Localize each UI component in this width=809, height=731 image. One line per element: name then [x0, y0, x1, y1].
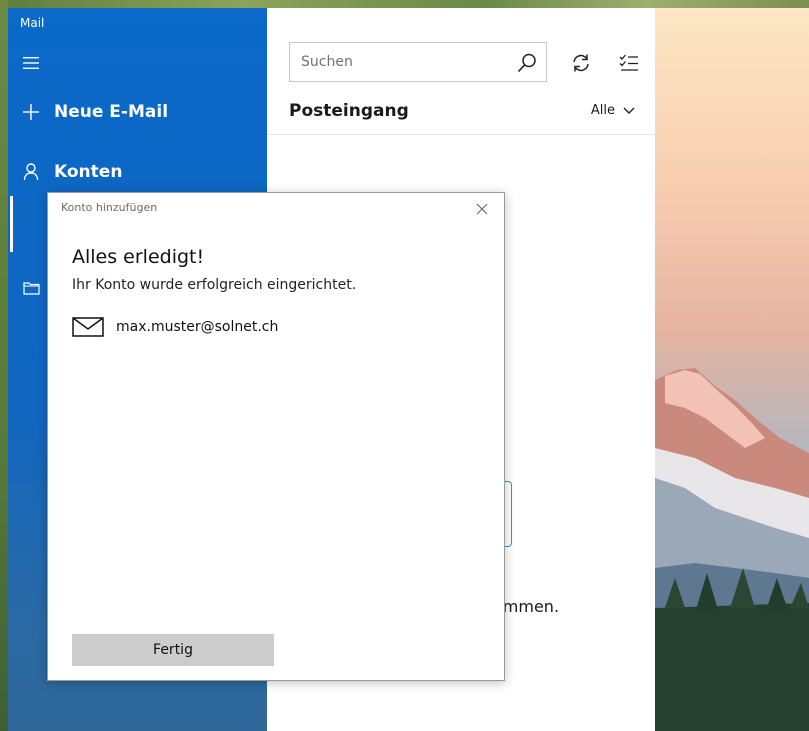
plus-icon	[8, 104, 54, 120]
accounts-button[interactable]: Konten	[8, 152, 267, 192]
app-title: Mail	[20, 16, 45, 30]
person-icon	[8, 163, 54, 181]
chevron-down-icon	[623, 107, 635, 114]
new-mail-button[interactable]: Neue E-Mail	[8, 92, 267, 132]
hamburger-icon	[8, 56, 54, 70]
dialog-close-button[interactable]	[474, 201, 490, 217]
selected-account-indicator	[10, 196, 13, 252]
search-button[interactable]	[516, 52, 538, 74]
sync-icon	[573, 54, 589, 72]
wallpaper-left-strip	[0, 0, 8, 731]
dialog-title: Konto hinzufügen	[61, 201, 158, 214]
filter-dropdown[interactable]: Alle	[591, 103, 635, 118]
new-mail-label: Neue E-Mail	[54, 102, 169, 122]
search-input[interactable]	[290, 43, 516, 81]
search-box	[289, 42, 547, 82]
select-all-icon	[619, 54, 638, 71]
envelope-icon	[72, 317, 104, 337]
inbox-title: Posteingang	[289, 101, 409, 121]
filter-label: Alle	[590, 103, 615, 118]
add-account-dialog: Konto hinzufügen Alles erledigt! Ihr Kon…	[47, 192, 505, 681]
accounts-label: Konten	[54, 162, 123, 182]
wallpaper-top-strip	[0, 0, 809, 8]
close-icon	[476, 203, 488, 215]
account-email: max.muster@solnet.ch	[116, 319, 279, 335]
account-entry: max.muster@solnet.ch	[72, 317, 278, 337]
wallpaper-mountain	[655, 368, 809, 731]
list-separator	[267, 134, 655, 135]
search-icon	[517, 53, 536, 73]
hamburger-menu-button[interactable]	[8, 43, 267, 83]
select-messages-button[interactable]	[618, 52, 640, 74]
sync-button[interactable]	[570, 52, 592, 74]
done-button[interactable]: Fertig	[72, 634, 274, 666]
dialog-subtitle: Ihr Konto wurde erfolgreich eingerichtet…	[72, 277, 357, 293]
dialog-heading: Alles erledigt!	[72, 246, 205, 268]
